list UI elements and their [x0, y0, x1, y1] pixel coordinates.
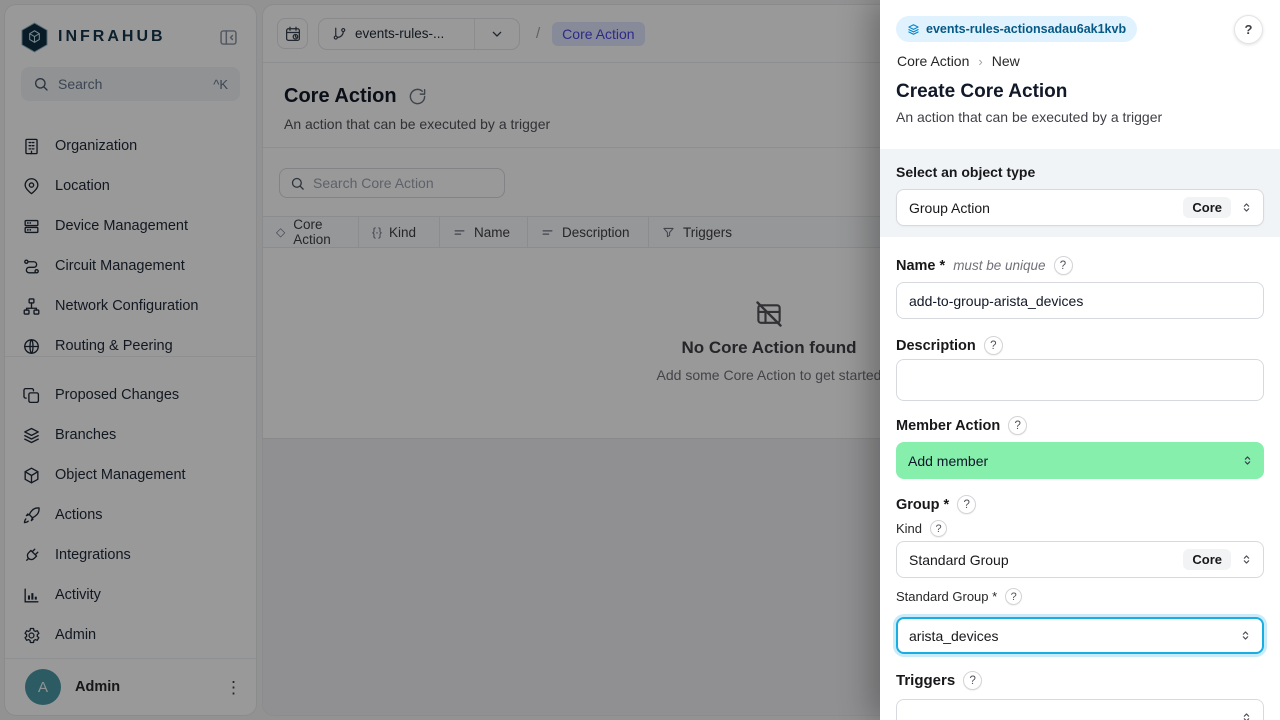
object-type-section: Select an object type Group Action Core: [880, 149, 1280, 237]
object-type-select[interactable]: Group Action Core: [896, 189, 1264, 226]
help-icon[interactable]: ?: [963, 671, 982, 690]
standard-group-field: arista_devices: [896, 617, 1264, 654]
triggers-label-row: Triggers ?: [896, 671, 982, 690]
kind-field: Standard Group Core: [896, 541, 1264, 578]
kind-label-row: Kind ?: [896, 520, 947, 537]
member-action-select[interactable]: Add member: [896, 442, 1264, 479]
select-stepper-icon: [1240, 711, 1253, 720]
object-type-value: Group Action: [909, 200, 1183, 216]
core-badge: Core: [1183, 549, 1231, 570]
name-field: [896, 282, 1264, 319]
drawer-subtitle: An action that can be executed by a trig…: [896, 109, 1162, 125]
name-field-label-row: Name * must be unique ?: [896, 256, 1073, 275]
help-icon[interactable]: ?: [984, 336, 1003, 355]
select-stepper-icon: [1240, 201, 1253, 214]
drawer-breadcrumb: Core Action › New: [897, 53, 1020, 69]
help-icon[interactable]: ?: [1005, 588, 1022, 605]
description-field: [896, 359, 1264, 406]
kind-select[interactable]: Standard Group Core: [896, 541, 1264, 578]
select-stepper-icon: [1241, 454, 1254, 467]
help-icon[interactable]: ?: [1054, 256, 1073, 275]
create-core-action-drawer: events-rules-actionsadau6ak1kvb ? Core A…: [880, 0, 1280, 720]
help-icon[interactable]: ?: [1008, 416, 1027, 435]
triggers-field: [896, 699, 1264, 720]
breadcrumb-parent[interactable]: Core Action: [897, 53, 969, 69]
core-badge: Core: [1183, 197, 1231, 218]
help-icon[interactable]: ?: [957, 495, 976, 514]
drawer-title: Create Core Action: [896, 81, 1067, 103]
kind-value: Standard Group: [909, 552, 1183, 568]
unique-hint: must be unique: [953, 258, 1045, 273]
member-action-field: Add member: [896, 442, 1264, 479]
layers-icon: [907, 23, 920, 36]
drawer-branch-badge[interactable]: events-rules-actionsadau6ak1kvb: [896, 16, 1137, 42]
app: INFRAHUB Search ^K Organization Location…: [0, 0, 1280, 720]
select-stepper-icon: [1240, 553, 1253, 566]
breadcrumb-current: New: [992, 53, 1020, 69]
name-input[interactable]: [896, 282, 1264, 319]
modal-overlay[interactable]: [0, 0, 880, 720]
help-button[interactable]: ?: [1234, 15, 1263, 44]
standard-group-value: arista_devices: [909, 628, 1239, 644]
description-textarea[interactable]: [896, 359, 1264, 401]
standard-group-select[interactable]: arista_devices: [896, 617, 1264, 654]
member-action-label-row: Member Action ?: [896, 416, 1027, 435]
chevron-right-icon: ›: [978, 54, 982, 69]
standard-group-label-row: Standard Group * ?: [896, 588, 1022, 605]
help-icon[interactable]: ?: [930, 520, 947, 537]
drawer-branch-name: events-rules-actionsadau6ak1kvb: [926, 22, 1126, 36]
group-label-row: Group * ?: [896, 495, 976, 514]
triggers-select[interactable]: [896, 699, 1264, 720]
select-stepper-icon: [1239, 629, 1252, 642]
object-type-label: Select an object type: [896, 164, 1264, 180]
description-label-row: Description ?: [896, 336, 1003, 355]
member-action-value: Add member: [908, 453, 1241, 469]
